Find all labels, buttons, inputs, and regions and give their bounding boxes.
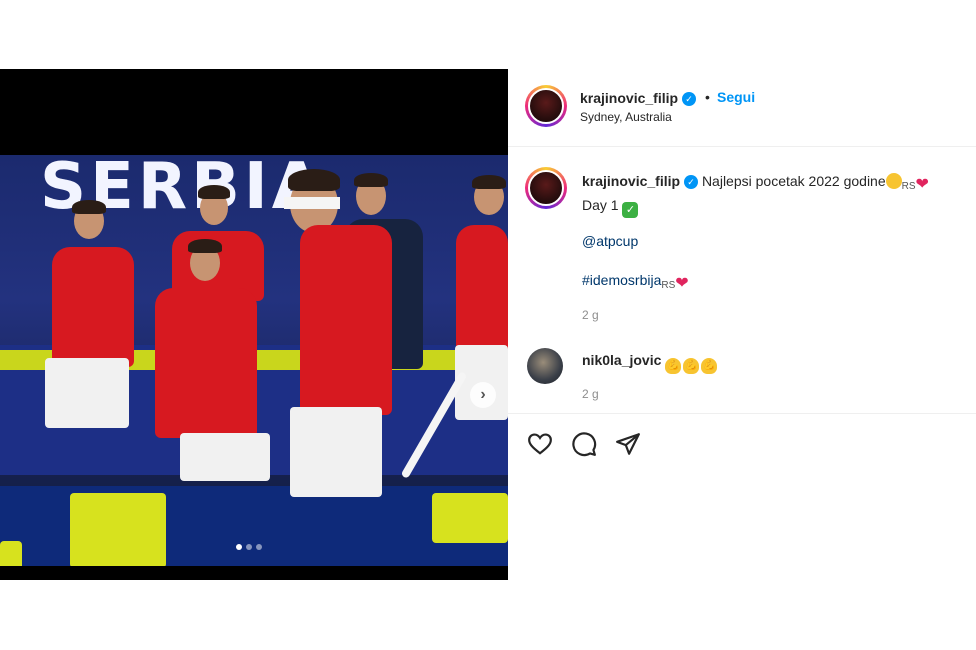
chevron-right-icon: › (480, 386, 486, 403)
action-bar (508, 413, 976, 474)
follow-button[interactable]: Segui (717, 89, 755, 105)
verified-badge-icon: ✓ (684, 175, 699, 190)
carousel-dot (236, 544, 242, 550)
caption-text: Najlepsi pocetak 2022 godine (701, 173, 886, 189)
carousel-indicator (236, 544, 262, 550)
author-avatar[interactable] (525, 85, 567, 127)
red-heart-icon: ❤ (915, 176, 929, 193)
share-icon[interactable] (615, 431, 641, 457)
flexed-biceps-icon: 💪 (701, 358, 718, 374)
next-photo-button[interactable]: › (470, 382, 496, 408)
check-mark-icon: ✓ (622, 202, 639, 218)
verified-badge-icon: ✓ (682, 92, 697, 107)
yellow-chair (70, 493, 166, 566)
mention-atpcup[interactable]: @atpcup (582, 231, 638, 251)
heart-icon[interactable] (527, 431, 553, 457)
caption-timestamp[interactable]: 2 g (582, 308, 599, 322)
hashtag-idemosrbija[interactable]: #idemosrbija (582, 272, 661, 288)
comment-timestamp[interactable]: 2 g (582, 387, 599, 401)
yellow-chair (432, 493, 508, 543)
separator-dot: • (705, 89, 710, 105)
carousel-dot (246, 544, 252, 550)
flexed-biceps-icon: 💪 (683, 358, 700, 374)
serbia-flag-icon: RS (901, 181, 916, 192)
author-username[interactable]: krajinovic_filip ✓ (580, 90, 697, 107)
party-face-emoji-icon (885, 173, 902, 189)
caption-author-avatar[interactable] (525, 167, 567, 209)
post-media[interactable]: SERBIA › (0, 69, 508, 580)
post-photo: SERBIA (0, 155, 508, 566)
comment: nik0la_jovic 💪 💪 💪 (582, 350, 719, 374)
post-caption: krajinovic_filip ✓ Najlepsi pocetak 2022 … (582, 171, 967, 218)
carousel-dot (256, 544, 262, 550)
post-location[interactable]: Sydney, Australia (580, 110, 672, 124)
caption-line2: Day 1 (582, 197, 619, 213)
author-username-text[interactable]: krajinovic_filip (580, 90, 678, 106)
yellow-chair (0, 541, 22, 566)
commenter-username[interactable]: nik0la_jovic (582, 352, 661, 368)
commenter-avatar[interactable] (527, 348, 563, 384)
comment-icon[interactable] (571, 431, 597, 457)
hashtag-line: #idemosrbijaRS❤ (582, 270, 689, 294)
red-heart-icon: ❤ (675, 275, 689, 292)
post-side-panel: krajinovic_filip ✓ • Segui Sydney, Austra… (508, 69, 976, 580)
flexed-biceps-icon: 💪 (665, 358, 682, 374)
post-header: krajinovic_filip ✓ • Segui Sydney, Austra… (508, 69, 976, 147)
serbia-flag-icon: RS (661, 280, 676, 291)
caption-username[interactable]: krajinovic_filip (582, 173, 680, 189)
